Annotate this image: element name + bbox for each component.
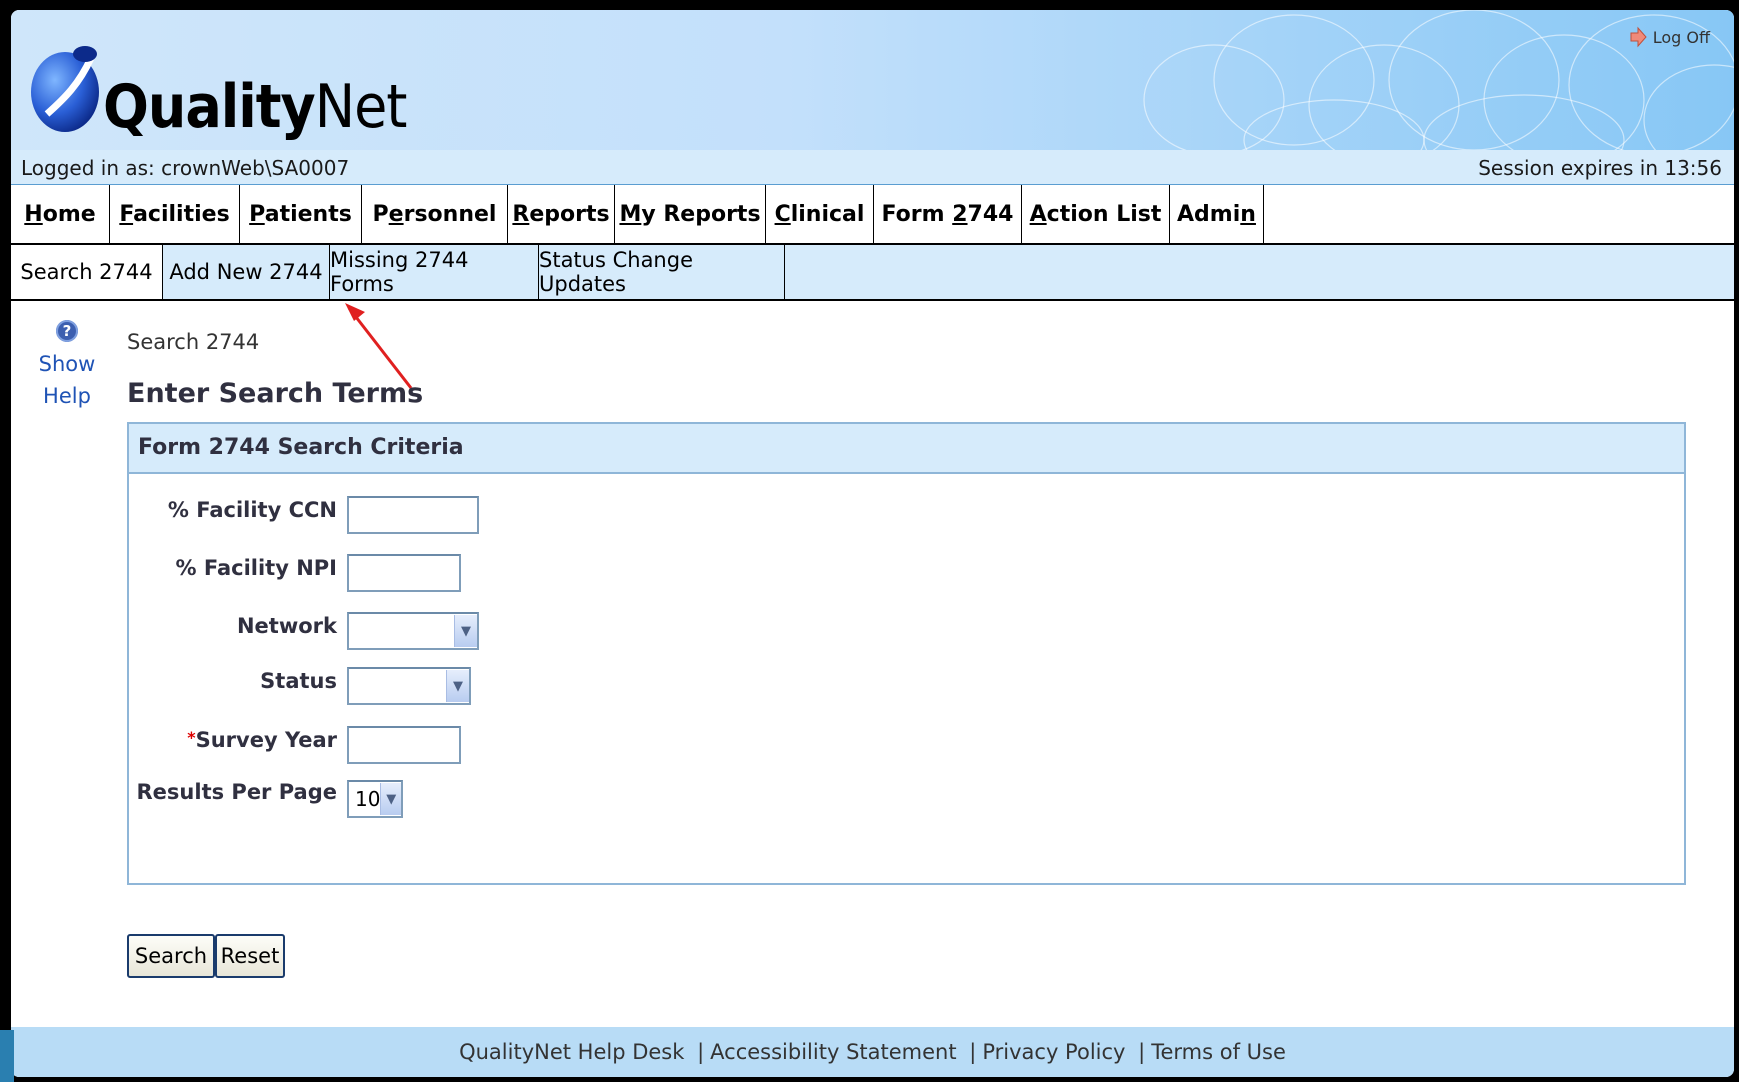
required-mark: * [187, 728, 196, 747]
facility-ccn-input[interactable] [347, 496, 479, 534]
background-decoration [0, 1030, 14, 1082]
nav-label: Reports [512, 201, 610, 227]
nav-label: Clinical [774, 201, 865, 227]
search-criteria-panel: Form 2744 Search Criteria % Facility CCN… [127, 422, 1686, 885]
row-status: Status ▼ [129, 665, 729, 709]
help-question-icon: ? [56, 320, 78, 342]
show-help[interactable]: ? Show Help [31, 320, 103, 412]
subnav-label: Missing 2744 Forms [330, 248, 469, 296]
nav-clinical[interactable]: Clinical [766, 185, 874, 243]
footer-help-desk-link[interactable]: QualityNet Help Desk [459, 1040, 684, 1064]
subnav-search-2744[interactable]: Search 2744 [11, 245, 163, 299]
status-select[interactable]: ▼ [347, 667, 471, 705]
chevron-down-icon[interactable]: ▼ [380, 783, 401, 815]
nav-admin[interactable]: Admin [1170, 185, 1264, 243]
main-nav: Home Facilities Patients Personnel Reports My… [11, 185, 1734, 245]
facility-ccn-label: % Facility CCN [167, 498, 337, 522]
show-help-label-2: Help [43, 384, 91, 408]
nav-reports[interactable]: Reports [508, 185, 615, 243]
subnav-add-new-2744[interactable]: Add New 2744 [163, 245, 330, 299]
nav-label: Action List [1029, 201, 1162, 227]
brand-name: QualityNet [103, 72, 407, 142]
row-network: Network ▼ [129, 610, 729, 654]
network-select[interactable]: ▼ [347, 612, 479, 650]
nav-action-list[interactable]: Action List [1022, 185, 1170, 243]
footer-privacy-link[interactable]: Privacy Policy [982, 1040, 1125, 1064]
row-facility-npi: % Facility NPI [129, 552, 729, 596]
nav-label: Personnel [372, 201, 497, 227]
subnav-label: Add New 2744 [169, 260, 323, 284]
nav-personnel[interactable]: Personnel [362, 185, 508, 243]
nav-label: Form 2744 [881, 201, 1014, 227]
nav-facilities[interactable]: Facilities [110, 185, 240, 243]
survey-year-label: *Survey Year [187, 728, 337, 752]
header-banner: QualityNet Log Off [11, 10, 1734, 150]
search-button[interactable]: Search [127, 934, 215, 978]
app-window: QualityNet Log Off Logged in as: crownWe… [11, 10, 1734, 1077]
chevron-down-icon[interactable]: ▼ [446, 670, 469, 702]
footer-accessibility-link[interactable]: Accessibility Statement [710, 1040, 956, 1064]
subnav-label: Status Change Updates [539, 248, 693, 296]
logged-in-text: Logged in as: crownWeb\SA0007 [21, 156, 350, 180]
row-survey-year: *Survey Year [129, 724, 729, 768]
sub-nav: Search 2744 Add New 2744 Missing 2744 Form… [11, 245, 1734, 301]
row-results-per-page: Results Per Page 10 ▼ [129, 780, 729, 824]
nav-label: Patients [249, 201, 352, 227]
footer: QualityNet Help Desk | Accessibility Stat… [11, 1027, 1734, 1077]
subnav-label: Search 2744 [20, 260, 153, 284]
nav-home[interactable]: Home [11, 185, 110, 243]
nav-label: Home [24, 201, 96, 227]
chevron-down-icon[interactable]: ▼ [454, 615, 477, 647]
page-title: Enter Search Terms [127, 378, 424, 409]
logoff-arrow-icon [1630, 26, 1647, 48]
footer-separator: | [697, 1040, 705, 1064]
network-label: Network [236, 614, 337, 638]
subnav-missing-2744-forms[interactable]: Missing 2744 Forms [330, 245, 539, 299]
panel-title: Form 2744 Search Criteria [129, 424, 1684, 474]
footer-terms-link[interactable]: Terms of Use [1151, 1040, 1286, 1064]
nav-label: Facilities [119, 201, 230, 227]
footer-separator: | [1138, 1040, 1146, 1064]
nav-label: My Reports [619, 201, 761, 227]
results-per-page-select[interactable]: 10 ▼ [347, 780, 403, 818]
facility-npi-input[interactable] [347, 554, 461, 592]
facility-npi-label: % Facility NPI [175, 556, 338, 580]
row-facility-ccn: % Facility CCN [129, 494, 729, 538]
show-help-label-1: Show [38, 352, 96, 376]
status-label: Status [260, 669, 337, 693]
user-status-bar: Logged in as: crownWeb\SA0007 Session ex… [11, 150, 1734, 185]
results-per-page-value: 10 [355, 787, 381, 811]
nav-label: Admin [1177, 201, 1256, 227]
qualitynet-logo-icon [31, 46, 99, 132]
footer-separator: | [969, 1040, 977, 1064]
reset-button[interactable]: Reset [215, 934, 285, 978]
nav-form-2744[interactable]: Form 2744 [874, 185, 1022, 243]
nav-my-reports[interactable]: My Reports [615, 185, 766, 243]
results-per-page-label: Results Per Page [136, 780, 337, 804]
survey-year-input[interactable] [347, 726, 461, 764]
breadcrumb: Search 2744 [127, 330, 260, 354]
subnav-status-change-updates[interactable]: Status Change Updates [539, 245, 785, 299]
session-timer: Session expires in 13:56 [1478, 156, 1722, 180]
logoff-link[interactable]: Log Off [1629, 26, 1710, 48]
logoff-label: Log Off [1652, 27, 1710, 47]
nav-patients[interactable]: Patients [240, 185, 362, 243]
